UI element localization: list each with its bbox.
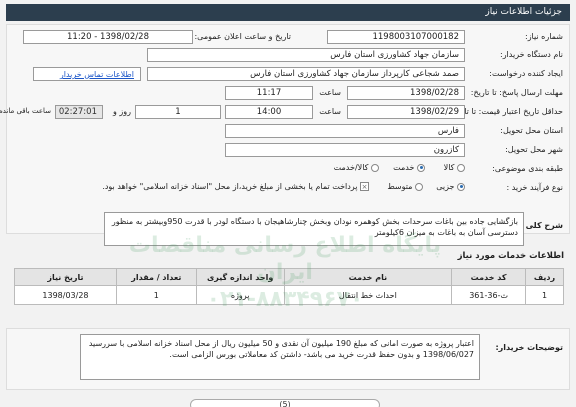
col-unit: واحد اندازه گیری (195, 268, 285, 286)
col-row-number: ردیف (525, 268, 564, 286)
col-need-date: تاریخ نیاز (14, 268, 117, 286)
buyer-contact-link[interactable]: اطلاعات تماس خریدار (33, 67, 141, 81)
process-label: نوع فرآیند خرید : (506, 183, 563, 192)
announce-label: تاریخ و ساعت اعلان عمومی: (194, 32, 291, 41)
cell-unit: پروژه (195, 285, 285, 305)
reply-time-label: ساعت (319, 88, 341, 97)
col-quantity: تعداد / مقدار (115, 268, 197, 286)
validity-label: حداقل تاریخ اعتبار قیمت: تا تاریخ: (450, 107, 563, 116)
reply-deadline-label: مهلت ارسال پاسخ: تا تاریخ: (470, 88, 563, 97)
cell-row-number: 1 (525, 285, 564, 305)
table-header-row: ردیف کد خدمت نام خدمت واحد اندازه گیری ت… (14, 268, 564, 286)
validity-date-field: 1398/02/29 (347, 105, 465, 119)
category-label: طبقه بندی موضوعی: (492, 164, 563, 173)
province-label: استان محل تحویل: (500, 126, 563, 135)
category-option-service[interactable]: خدمت (393, 163, 425, 172)
services-section-header: اطلاعات خدمات مورد نیاز (6, 250, 570, 264)
radio-goods-service-icon[interactable] (371, 163, 379, 172)
buyer-org-field: سازمان جهاد کشاورزی استان فارس (147, 48, 465, 62)
need-number-label: شماره نیاز: (525, 32, 563, 41)
payment-note: پرداخت تمام یا بخشی از مبلغ خرید،از محل … (102, 182, 358, 191)
buyer-notes-label: توضیحات خریدار: (495, 343, 563, 352)
reply-date-field: 1398/02/28 (347, 86, 465, 100)
creator-label: ایجاد کننده درخواست: (489, 69, 563, 78)
announce-field: 1398/02/28 - 11:20 (23, 30, 193, 44)
radio-service-icon[interactable] (417, 163, 425, 172)
category-option-goods-service[interactable]: کالا/خدمت (334, 163, 379, 172)
col-service-name: نام خدمت (283, 268, 453, 286)
process-option-minor[interactable]: جزیی (436, 182, 465, 191)
radio-minor-icon[interactable] (457, 182, 465, 191)
cell-need-date: 1398/03/28 (14, 285, 117, 305)
table-row[interactable]: 1 ث-36-361 احداث خط انتقال پروژه 1 1398/… (14, 285, 564, 305)
validity-time-field: 14:00 (225, 105, 313, 119)
need-number-field: 1198003107000182 (327, 30, 465, 44)
process-option-medium[interactable]: متوسط (387, 182, 423, 191)
province-field: فارس (225, 124, 465, 138)
radio-goods-icon[interactable] (457, 163, 465, 172)
page-title-bar: جزئیات اطلاعات نیاز (6, 4, 570, 21)
checkbox-icon[interactable]: × (360, 182, 369, 191)
details-panel: شماره نیاز: 1198003107000182 تاریخ و ساع… (0, 24, 570, 234)
col-service-code: کد خدمت (451, 268, 527, 286)
treasury-payment-checkbox[interactable]: × پرداخت تمام یا بخشی از مبلغ خرید،از مح… (102, 182, 369, 191)
services-table: ردیف کد خدمت نام خدمت واحد اندازه گیری ت… (14, 268, 564, 305)
cell-service-code: ث-36-361 (451, 285, 527, 305)
page-title: جزئیات اطلاعات نیاز (485, 7, 562, 17)
category-option-goods[interactable]: کالا (444, 163, 465, 172)
creator-field: صمد شجاعی کارپرداز سازمان جهاد کشاورزی ا… (147, 67, 465, 81)
services-section-title: اطلاعات خدمات مورد نیاز (457, 251, 564, 261)
cell-service-name: احداث خط انتقال (283, 285, 453, 305)
remaining-timer: 02:27:01 (55, 105, 103, 119)
days-label: روز و (113, 107, 131, 116)
validity-time-label: ساعت (319, 107, 341, 116)
summary-text: بازگشایی جاده بین باغات سرحدات بخش کوهمر… (104, 212, 524, 246)
radio-medium-icon[interactable] (415, 182, 423, 191)
reply-time-field: 11:17 (225, 86, 313, 100)
city-field: کازرون (225, 143, 465, 157)
days-field: 1 (135, 105, 221, 119)
remaining-label: ساعت باقی مانده (0, 107, 51, 115)
city-label: شهر محل تحویل: (505, 145, 563, 154)
buyer-org-label: نام دستگاه خریدار: (500, 50, 563, 59)
buyer-notes-text: اعتبار پروژه به صورت امانی که مبلغ 190 م… (80, 334, 480, 380)
footer-button[interactable]: (5) (190, 399, 380, 407)
cell-quantity: 1 (115, 285, 197, 305)
